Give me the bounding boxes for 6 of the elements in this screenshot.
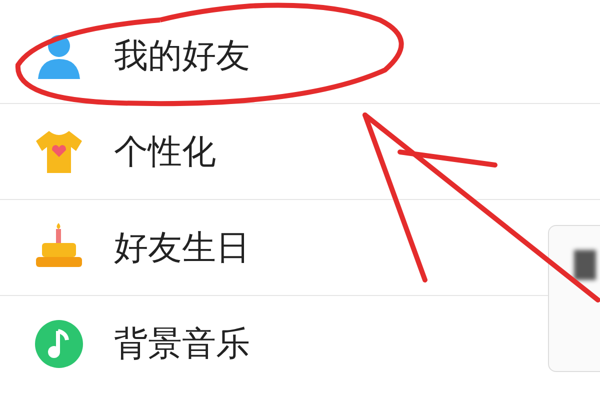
menu-item-label[interactable]: 背景音乐: [114, 320, 250, 366]
menu-item-label[interactable]: 好友生日: [114, 224, 250, 270]
music-note-icon: [34, 318, 84, 368]
blurred-thumbnail: [574, 250, 596, 280]
menu-item-label[interactable]: 个性化: [114, 128, 216, 174]
menu-item-label[interactable]: 我的好友: [114, 32, 250, 78]
